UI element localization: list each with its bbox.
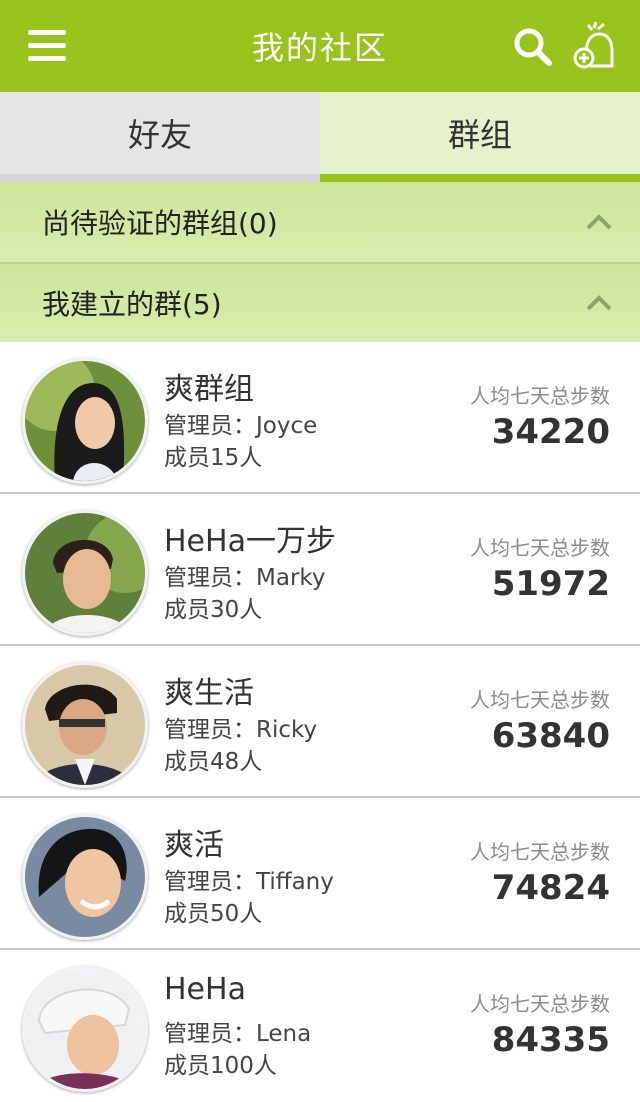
steps-label: 人均七天总步数 [470,384,610,408]
tab-bar: 好友 群组 [0,92,640,182]
list-item[interactable]: HeHa一万步 管理员：Marky 成员30人 人均七天总步数 51972 [0,494,640,646]
section-my-groups-label: 我建立的群(5) [42,288,222,321]
tab-friends[interactable]: 好友 [0,92,320,182]
list-item[interactable]: HeHa 管理员：Lena 成员100人 人均七天总步数 84335 [0,950,640,1102]
section-pending-groups[interactable]: 尚待验证的群组(0) [0,182,640,262]
chevron-up-icon [586,295,612,311]
group-name: 爽群组 [164,372,254,407]
section-my-groups[interactable]: 我建立的群(5) [0,262,640,342]
avatar [22,966,148,1092]
steps-value: 74824 [491,868,610,908]
steps-label: 人均七天总步数 [470,688,610,712]
group-admin: 管理员：Tiffany [164,869,334,895]
steps-label: 人均七天总步数 [470,536,610,560]
search-icon[interactable] [512,26,554,68]
steps-value: 84335 [491,1020,610,1060]
group-admin: 管理员：Marky [164,565,326,591]
avatar [22,510,148,636]
section-pending-label: 尚待验证的群组(0) [42,207,278,240]
group-members: 成员15人 [164,445,263,471]
steps-label: 人均七天总步数 [470,992,610,1016]
chevron-up-icon [586,214,612,230]
group-name: 爽活 [164,828,224,863]
steps-value: 34220 [491,412,610,452]
list-item[interactable]: 爽群组 管理员：Joyce 成员15人 人均七天总步数 34220 [0,342,640,494]
add-group-icon[interactable] [572,20,618,70]
avatar [22,662,148,788]
menu-icon[interactable] [28,30,66,64]
avatar [22,358,148,484]
group-members: 成员48人 [164,749,263,775]
app-header: 我的社区 [0,0,640,92]
steps-label: 人均七天总步数 [470,840,610,864]
steps-value: 63840 [491,716,610,756]
group-name: HeHa [164,972,246,1007]
group-list: 爽群组 管理员：Joyce 成员15人 人均七天总步数 34220 HeHa一万… [0,342,640,1102]
group-admin: 管理员：Joyce [164,413,318,439]
list-item[interactable]: 爽生活 管理员：Ricky 成员48人 人均七天总步数 63840 [0,646,640,798]
group-name: 爽生活 [164,676,254,711]
avatar [22,814,148,940]
group-admin: 管理员：Ricky [164,717,318,743]
group-members: 成员50人 [164,901,263,927]
steps-value: 51972 [491,564,610,604]
group-admin: 管理员：Lena [164,1021,312,1047]
group-name: HeHa一万步 [164,524,336,559]
tab-groups[interactable]: 群组 [320,92,640,182]
group-members: 成员100人 [164,1053,277,1079]
page-title: 我的社区 [251,29,388,67]
group-members: 成员30人 [164,597,263,623]
list-item[interactable]: 爽活 管理员：Tiffany 成员50人 人均七天总步数 74824 [0,798,640,950]
